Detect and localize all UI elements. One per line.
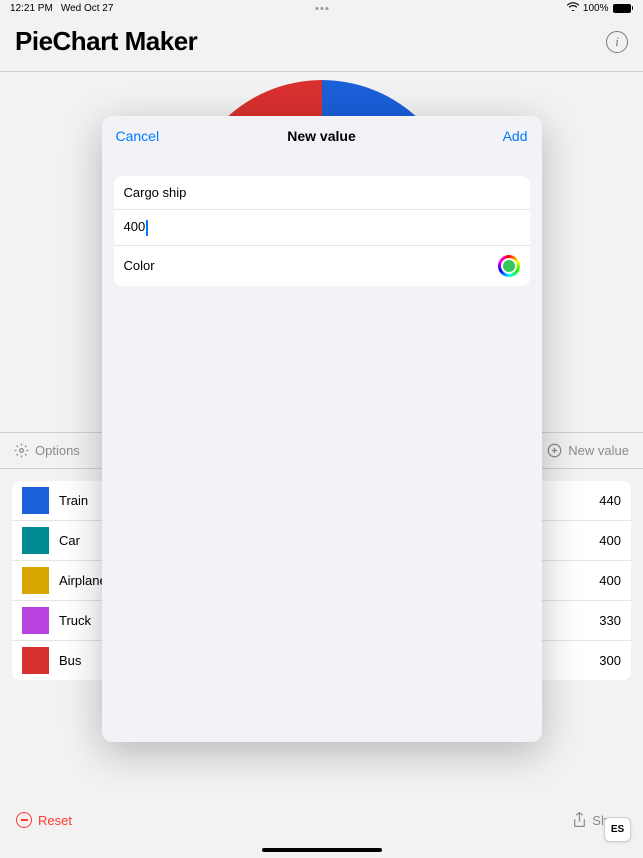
color-label: Color	[124, 258, 498, 273]
form-card: 400 Color	[114, 176, 530, 286]
color-field-row[interactable]: Color	[114, 246, 530, 286]
color-picker-button[interactable]	[498, 255, 520, 277]
amount-input[interactable]: 400	[124, 219, 148, 236]
new-value-modal: Cancel New value Add 400 Color	[102, 116, 542, 742]
name-field-row[interactable]	[114, 176, 530, 210]
modal-header: Cancel New value Add	[102, 116, 542, 156]
modal-overlay: Cancel New value Add 400 Color	[0, 0, 643, 858]
modal-title: New value	[287, 128, 355, 144]
amount-field-row[interactable]: 400	[114, 210, 530, 246]
cancel-button[interactable]: Cancel	[116, 128, 160, 144]
name-input[interactable]	[124, 185, 520, 200]
add-button[interactable]: Add	[503, 128, 528, 144]
text-cursor	[146, 220, 148, 236]
selected-color-swatch	[501, 258, 517, 274]
